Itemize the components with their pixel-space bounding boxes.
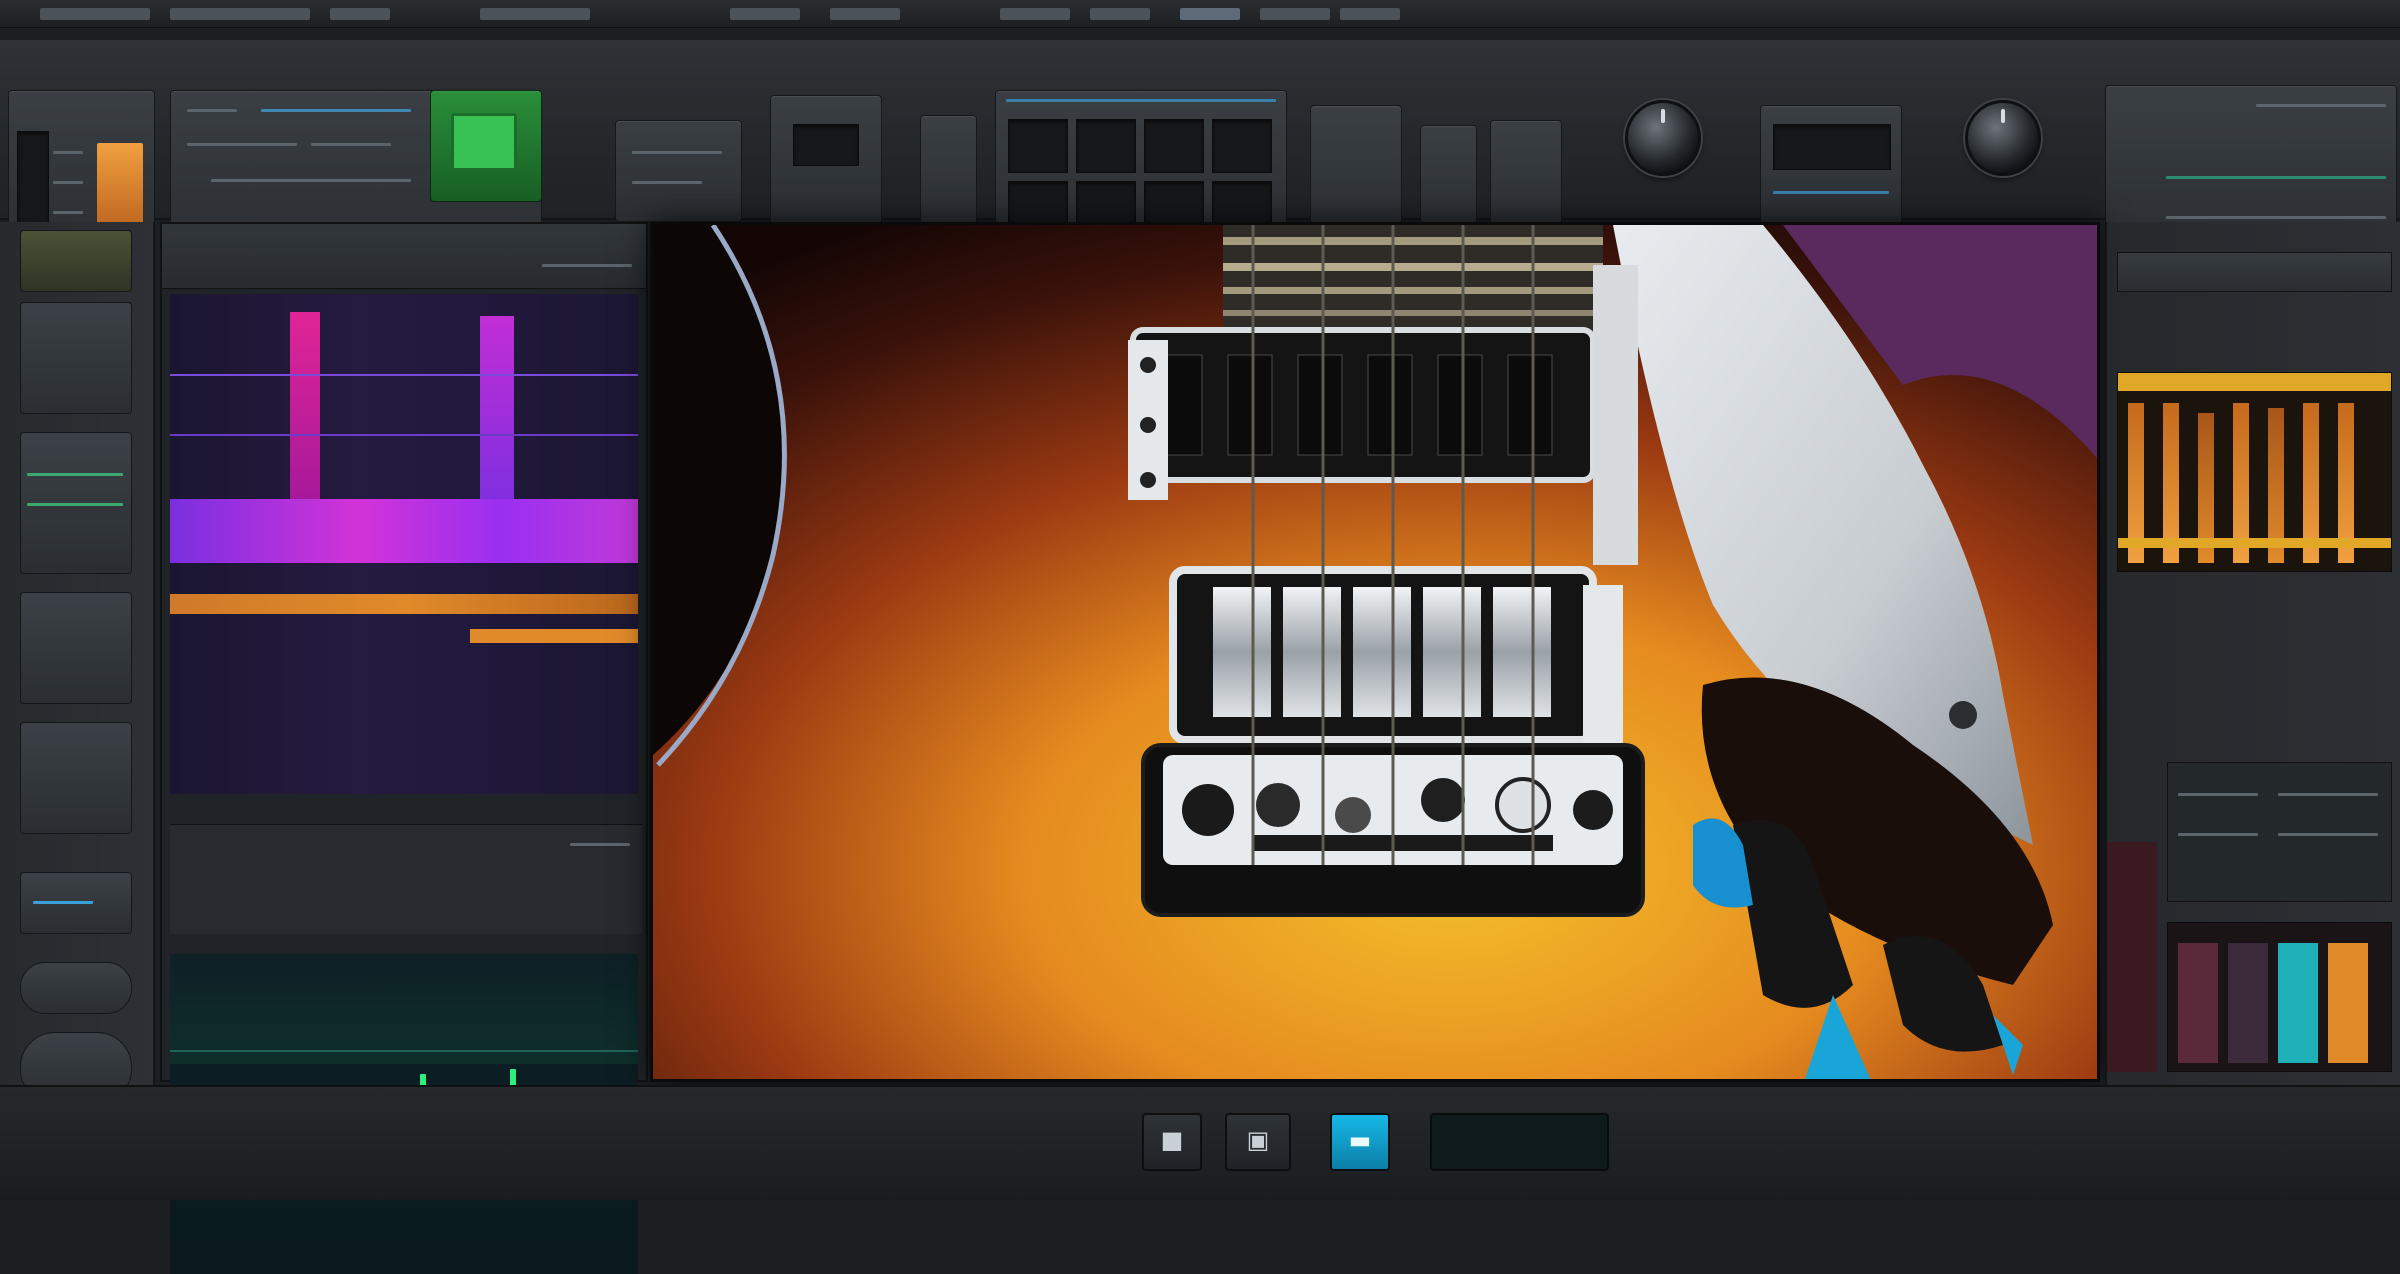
tone-slider[interactable]: [1773, 191, 1889, 194]
track-meter-floor: [2118, 538, 2391, 548]
rail-button[interactable]: [20, 872, 132, 934]
amp-selector[interactable]: [770, 95, 882, 227]
right-panel-header: [2117, 252, 2392, 292]
info-label: [2178, 793, 2258, 796]
spectrum-line: [170, 434, 638, 436]
gain-knob-icon[interactable]: [1625, 100, 1701, 176]
master-label: [2256, 104, 2386, 107]
divider-label: [570, 843, 630, 846]
pickguard-screw: [1949, 701, 1977, 729]
track-meter-top: [2118, 373, 2391, 391]
bridge-pickup-poles: [1213, 587, 1551, 717]
track-meters: [2117, 372, 2392, 572]
right-rail: [2105, 222, 2400, 1122]
rail-button[interactable]: [20, 302, 132, 414]
rail-level: [27, 473, 123, 476]
pickup-screw: [1140, 357, 1156, 373]
menu-item[interactable]: [480, 8, 590, 20]
bridge-label: [1253, 835, 1553, 851]
pickup-ring: [1583, 585, 1623, 745]
left-rail: [0, 222, 155, 1122]
menu-item[interactable]: [1000, 8, 1070, 20]
preset-label: [211, 179, 411, 182]
transport-bar: ■ ▣ ▬: [0, 1085, 2400, 1200]
pickup-screw: [1140, 472, 1156, 488]
right-info-module: [2167, 762, 2392, 902]
analyzer-header: [162, 224, 646, 289]
pickup-screw: [1140, 417, 1156, 433]
spectrum-line: [170, 374, 638, 376]
spectrum-peak: [290, 312, 320, 522]
mode-selector[interactable]: [615, 120, 742, 222]
eq-slot[interactable]: [1212, 119, 1272, 173]
menu-item[interactable]: [170, 8, 310, 20]
timeline-band: [470, 629, 638, 643]
spectrum-band: [170, 499, 638, 563]
info-label: [2278, 793, 2378, 796]
master-level: [2166, 176, 2386, 179]
meter-tick: [53, 181, 83, 184]
menu-item[interactable]: [730, 8, 800, 20]
rail-toggle[interactable]: [20, 962, 132, 1014]
amp-display: [793, 124, 859, 166]
meter-tick: [53, 211, 83, 214]
meter-slot: [17, 131, 49, 228]
tone-display: [1773, 124, 1891, 170]
menu-item[interactable]: [1090, 8, 1150, 20]
control-toolbar: [0, 40, 2400, 257]
mixer-channel: [2278, 943, 2318, 1063]
tone-module: [1760, 105, 1902, 227]
rail-level: [33, 901, 93, 904]
menu-item[interactable]: [830, 8, 900, 20]
menu-bar: [0, 0, 2400, 28]
spectrum-peak: [480, 316, 514, 516]
waveform-glow: [170, 954, 638, 1064]
stop-icon[interactable]: ■: [1142, 1113, 1202, 1171]
rail-button[interactable]: [20, 722, 132, 834]
mode-label: [632, 151, 722, 154]
menu-item[interactable]: [40, 8, 150, 20]
info-label: [2178, 833, 2258, 836]
preset-label: [187, 143, 297, 146]
meter-tick: [53, 151, 83, 154]
master-label: [2166, 216, 2386, 219]
preset-selector[interactable]: [261, 109, 411, 112]
rail-level: [27, 503, 123, 506]
timeline-band: [170, 594, 638, 614]
transport-readout: [1430, 1113, 1609, 1171]
preset-label: [311, 143, 391, 146]
mixer-channel: [2178, 943, 2218, 1063]
menu-item[interactable]: [330, 8, 390, 20]
rail-button[interactable]: [20, 592, 132, 704]
output-knob-icon[interactable]: [1965, 100, 2041, 176]
power-button[interactable]: [430, 90, 542, 202]
channel-switch[interactable]: [920, 115, 977, 232]
rail-button[interactable]: [20, 230, 132, 292]
menu-item[interactable]: [1180, 8, 1240, 20]
header-label: [542, 264, 632, 267]
analyzer-divider: [170, 824, 642, 934]
guitar-illustration: [653, 225, 2097, 1079]
folder-icon[interactable]: ▬: [1330, 1113, 1390, 1171]
menu-item[interactable]: [1260, 8, 1330, 20]
info-label: [2278, 833, 2378, 836]
right-edge-strip: [2107, 842, 2157, 1072]
record-icon[interactable]: ▣: [1225, 1113, 1291, 1171]
mixer-channel: [2328, 943, 2368, 1063]
eq-slot[interactable]: [1008, 119, 1068, 173]
eq-bank-indicator: [1006, 99, 1276, 102]
guitar-display: [650, 222, 2100, 1082]
pickup-rail: [1593, 265, 1638, 565]
mixer-channel: [2228, 943, 2268, 1063]
right-mixer: [2167, 922, 2392, 1072]
mode-label: [632, 181, 702, 184]
analyzer-panel: [160, 222, 648, 1274]
menu-item[interactable]: [1340, 8, 1400, 20]
power-led-icon: [451, 113, 517, 171]
preset-label: [187, 109, 237, 112]
eq-slot[interactable]: [1076, 119, 1136, 173]
spectrogram: [170, 294, 638, 794]
rail-button[interactable]: [20, 432, 132, 574]
eq-slot[interactable]: [1144, 119, 1204, 173]
